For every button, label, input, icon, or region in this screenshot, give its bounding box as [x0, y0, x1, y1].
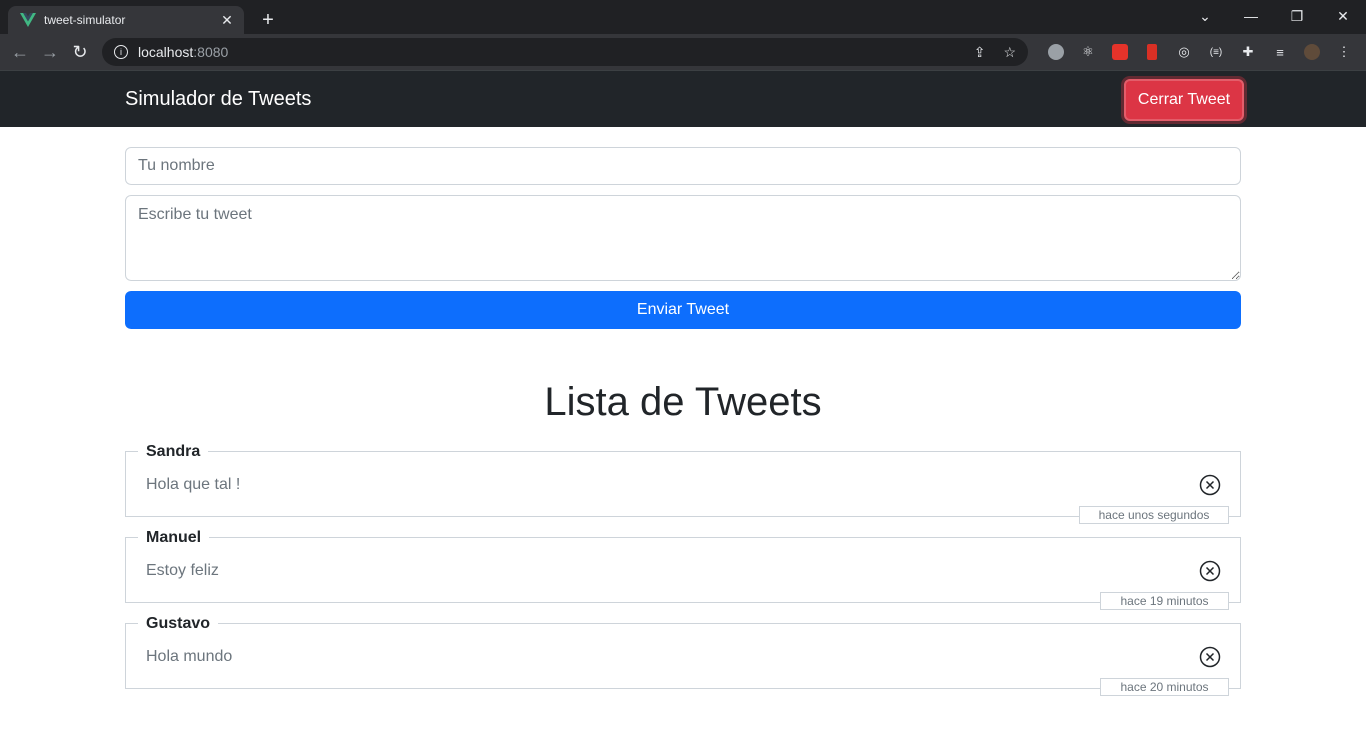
- tweet-text: Hola mundo: [146, 648, 233, 665]
- navbar-brand[interactable]: Simulador de Tweets: [125, 88, 311, 111]
- tweet-timestamp: hace 19 minutos: [1100, 592, 1229, 610]
- delete-circle-x-icon[interactable]: [1199, 646, 1221, 668]
- puzzle-extensions-icon[interactable]: ✚: [1232, 38, 1264, 66]
- address-bar[interactable]: i localhost:8080 ⇪ ☆: [102, 38, 1028, 66]
- code-extension-icon[interactable]: (≡): [1200, 38, 1232, 66]
- tweet-card: Sandra Hola que tal ! hace unos segundos: [125, 443, 1241, 524]
- delete-circle-x-icon[interactable]: [1199, 474, 1221, 496]
- browser-toolbar: ← → ↻ i localhost:8080 ⇪ ☆ ⚛ ◎ (≡) ✚ ≡ ⋮: [0, 34, 1366, 70]
- extension-icon-red[interactable]: [1136, 38, 1168, 66]
- share-icon[interactable]: ⇪: [974, 44, 986, 61]
- profile-avatar[interactable]: [1296, 38, 1328, 66]
- tweet-timestamp: hace 20 minutos: [1100, 678, 1229, 696]
- send-tweet-button[interactable]: Enviar Tweet: [125, 291, 1241, 329]
- bookmark-star-icon[interactable]: ☆: [1003, 44, 1016, 61]
- tweet-text: Estoy feliz: [146, 562, 219, 579]
- extensions-area: ⚛ ◎ (≡) ✚ ≡ ⋮: [1040, 38, 1360, 66]
- restore-button[interactable]: ❐: [1274, 8, 1320, 25]
- tab-search-icon[interactable]: ⌄: [1182, 8, 1228, 25]
- browser-tab-bar: tweet-simulator ✕ + ⌄ — ❐ ✕: [0, 0, 1366, 34]
- window-controls: ⌄ — ❐ ✕: [1182, 0, 1366, 32]
- brave-extension-icon[interactable]: [1104, 38, 1136, 66]
- tweet-timestamp: hace unos segundos: [1079, 506, 1229, 524]
- tab-title: tweet-simulator: [44, 13, 126, 27]
- react-devtools-icon[interactable]: ⚛: [1072, 38, 1104, 66]
- menu-kebab-icon[interactable]: ⋮: [1328, 38, 1360, 66]
- url-port: :8080: [193, 44, 229, 60]
- close-tweet-button[interactable]: Cerrar Tweet: [1124, 79, 1244, 121]
- minimize-button[interactable]: —: [1228, 8, 1274, 24]
- reload-icon[interactable]: ↻: [66, 37, 94, 67]
- new-tab-button[interactable]: +: [254, 6, 282, 34]
- cat-extension-icon[interactable]: [1040, 38, 1072, 66]
- tweet-author: Sandra: [138, 443, 209, 461]
- url-host: localhost: [138, 44, 194, 60]
- tab-close-icon[interactable]: ✕: [218, 11, 236, 29]
- app-navbar: Simulador de Tweets Cerrar Tweet: [0, 70, 1366, 127]
- tweet-card: Manuel Estoy feliz hace 19 minutos: [125, 529, 1241, 610]
- tweet-card: Gustavo Hola mundo hace 20 minutos: [125, 615, 1241, 696]
- target-extension-icon[interactable]: ◎: [1168, 38, 1200, 66]
- vue-logo-icon: [20, 12, 36, 28]
- delete-circle-x-icon[interactable]: [1199, 560, 1221, 582]
- name-input[interactable]: [125, 147, 1241, 185]
- close-window-button[interactable]: ✕: [1320, 8, 1366, 25]
- tweet-textarea[interactable]: [125, 195, 1241, 281]
- back-arrow-icon[interactable]: ←: [6, 37, 34, 67]
- site-info-icon[interactable]: i: [114, 45, 128, 59]
- reading-list-icon[interactable]: ≡: [1264, 38, 1296, 66]
- tweet-author: Gustavo: [138, 615, 219, 633]
- browser-tab[interactable]: tweet-simulator ✕: [8, 6, 244, 34]
- forward-arrow-icon[interactable]: →: [36, 37, 64, 67]
- tweet-author: Manuel: [138, 529, 210, 547]
- tweet-list-title: Lista de Tweets: [544, 380, 822, 424]
- tweet-text: Hola que tal !: [146, 476, 241, 493]
